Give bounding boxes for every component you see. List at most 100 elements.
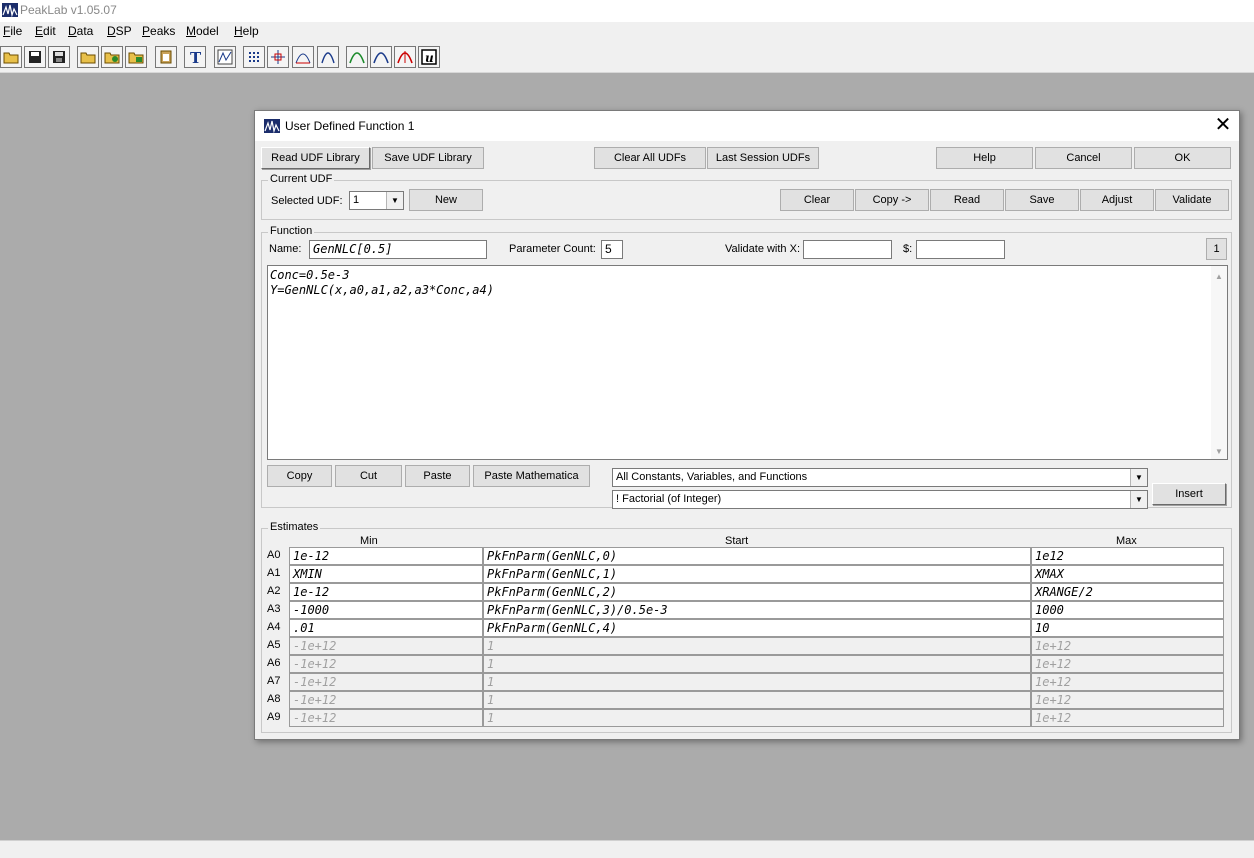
- save-udf-library-button[interactable]: Save UDF Library: [372, 147, 484, 169]
- validate-x-input[interactable]: [803, 240, 892, 259]
- peak-fit-icon[interactable]: [370, 46, 392, 68]
- estimate-row-a2: A2 1e-12 PkFnParm(GenNLC,2) XRANGE/2: [267, 583, 1227, 601]
- max-input[interactable]: 10: [1031, 619, 1224, 637]
- open-data-icon[interactable]: [101, 46, 123, 68]
- parameter-count-input[interactable]: 5: [601, 240, 623, 259]
- menu-edit[interactable]: Edit: [35, 24, 56, 38]
- selected-udf-select[interactable]: 1 ▼: [349, 191, 404, 210]
- max-input[interactable]: 1000: [1031, 601, 1224, 619]
- new-udf-button[interactable]: New: [409, 189, 483, 211]
- row-label: A7: [267, 675, 281, 687]
- baseline-peak-icon[interactable]: [292, 46, 314, 68]
- close-icon[interactable]: ✕: [1211, 115, 1235, 137]
- item-select-value: ! Factorial (of Integer): [616, 493, 722, 505]
- clear-button[interactable]: Clear: [780, 189, 854, 211]
- min-input: -1e+12: [289, 673, 483, 691]
- scroll-down-icon[interactable]: ▼: [1211, 443, 1227, 459]
- min-input[interactable]: -1000: [289, 601, 483, 619]
- copy-button[interactable]: Copy: [267, 465, 332, 487]
- text-tool-icon[interactable]: T: [184, 46, 206, 68]
- save-button[interactable]: Save: [1005, 189, 1079, 211]
- chevron-down-icon[interactable]: ▼: [1130, 491, 1147, 508]
- validate-button[interactable]: Validate: [1155, 189, 1229, 211]
- row-label: A1: [267, 567, 281, 579]
- selected-udf-label: Selected UDF:: [271, 195, 343, 207]
- start-input: 1: [483, 637, 1031, 655]
- start-input[interactable]: PkFnParm(GenNLC,1): [483, 565, 1031, 583]
- read-button[interactable]: Read: [930, 189, 1004, 211]
- code-line-1: Conc=0.5e-3: [270, 268, 350, 282]
- row-label: A8: [267, 693, 281, 705]
- help-button[interactable]: Help: [936, 147, 1033, 169]
- min-input[interactable]: 1e-12: [289, 583, 483, 601]
- min-input[interactable]: XMIN: [289, 565, 483, 583]
- chart-view-icon[interactable]: [214, 46, 236, 68]
- open-folder-icon[interactable]: [0, 46, 22, 68]
- validate-x-label: Validate with X:: [725, 243, 801, 255]
- udf-icon[interactable]: u: [418, 46, 440, 68]
- max-input: 1e+12: [1031, 709, 1224, 727]
- start-input[interactable]: PkFnParm(GenNLC,2): [483, 583, 1031, 601]
- grid-points-icon[interactable]: [243, 46, 265, 68]
- cut-button[interactable]: Cut: [335, 465, 402, 487]
- menu-dsp[interactable]: DSP: [107, 24, 132, 38]
- red-peak-icon[interactable]: [394, 46, 416, 68]
- menu-data[interactable]: Data: [68, 24, 93, 38]
- chevron-down-icon[interactable]: ▼: [1130, 469, 1147, 486]
- udf-page-button[interactable]: 1: [1206, 238, 1227, 260]
- estimate-row-a6: A6 -1e+12 1 1e+12: [267, 655, 1227, 673]
- function-name-input[interactable]: GenNLC[0.5]: [309, 240, 487, 259]
- estimate-row-a8: A8 -1e+12 1 1e+12: [267, 691, 1227, 709]
- max-input[interactable]: XMAX: [1031, 565, 1224, 583]
- chevron-down-icon[interactable]: ▼: [386, 192, 403, 209]
- function-legend: Function: [268, 225, 315, 237]
- open-workspace-icon[interactable]: [125, 46, 147, 68]
- row-label: A3: [267, 603, 281, 615]
- dialog-titlebar: User Defined Function 1 ✕: [255, 111, 1239, 141]
- dollar-label: $:: [903, 243, 913, 255]
- start-input: 1: [483, 655, 1031, 673]
- editor-scrollbar[interactable]: ▲ ▼: [1211, 266, 1227, 459]
- paste-button[interactable]: Paste: [405, 465, 470, 487]
- ok-button[interactable]: OK: [1134, 147, 1231, 169]
- category-select[interactable]: All Constants, Variables, and Functions …: [612, 468, 1148, 487]
- clipboard-icon[interactable]: [155, 46, 177, 68]
- menu-file[interactable]: File: [3, 24, 22, 38]
- svg-text:u: u: [425, 51, 434, 65]
- max-input[interactable]: 1e12: [1031, 547, 1224, 565]
- start-column-header: Start: [725, 535, 749, 547]
- cancel-button[interactable]: Cancel: [1035, 147, 1132, 169]
- min-input[interactable]: .01: [289, 619, 483, 637]
- function-code-editor[interactable]: Conc=0.5e-3 Y=GenNLC(x,a0,a1,a2,a3*Conc,…: [267, 265, 1228, 460]
- gaussian-peak-icon[interactable]: [346, 46, 368, 68]
- start-input[interactable]: PkFnParm(GenNLC,4): [483, 619, 1031, 637]
- scroll-up-icon[interactable]: ▲: [1211, 268, 1227, 284]
- min-input[interactable]: 1e-12: [289, 547, 483, 565]
- start-input[interactable]: PkFnParm(GenNLC,3)/0.5e-3: [483, 601, 1031, 619]
- selected-udf-value: 1: [353, 194, 360, 206]
- menu-help[interactable]: Help: [234, 24, 259, 38]
- copy-to-button[interactable]: Copy ->: [855, 189, 929, 211]
- insert-button[interactable]: Insert: [1152, 483, 1226, 505]
- menu-bar: File Edit Data DSP Peaks Model Help: [0, 22, 1254, 42]
- paste-mathematica-button[interactable]: Paste Mathematica: [473, 465, 590, 487]
- estimate-row-a1: A1 XMIN PkFnParm(GenNLC,1) XMAX: [267, 565, 1227, 583]
- max-input[interactable]: XRANGE/2: [1031, 583, 1224, 601]
- read-udf-library-button[interactable]: Read UDF Library: [261, 147, 370, 169]
- start-input[interactable]: PkFnParm(GenNLC,0): [483, 547, 1031, 565]
- adjust-button[interactable]: Adjust: [1080, 189, 1154, 211]
- clear-all-udfs-button[interactable]: Clear All UDFs: [594, 147, 706, 169]
- estimate-row-a7: A7 -1e+12 1 1e+12: [267, 673, 1227, 691]
- save-disk-icon[interactable]: [24, 46, 46, 68]
- open-file-icon[interactable]: [77, 46, 99, 68]
- dollar-input[interactable]: [916, 240, 1005, 259]
- menu-model[interactable]: Model: [186, 24, 219, 38]
- single-peak-icon[interactable]: [317, 46, 339, 68]
- last-session-udfs-button[interactable]: Last Session UDFs: [707, 147, 819, 169]
- row-label: A4: [267, 621, 281, 633]
- item-select[interactable]: ! Factorial (of Integer) ▼: [612, 490, 1148, 509]
- start-input: 1: [483, 709, 1031, 727]
- save-all-icon[interactable]: [48, 46, 70, 68]
- menu-peaks[interactable]: Peaks: [142, 24, 175, 38]
- crosshair-icon[interactable]: [267, 46, 289, 68]
